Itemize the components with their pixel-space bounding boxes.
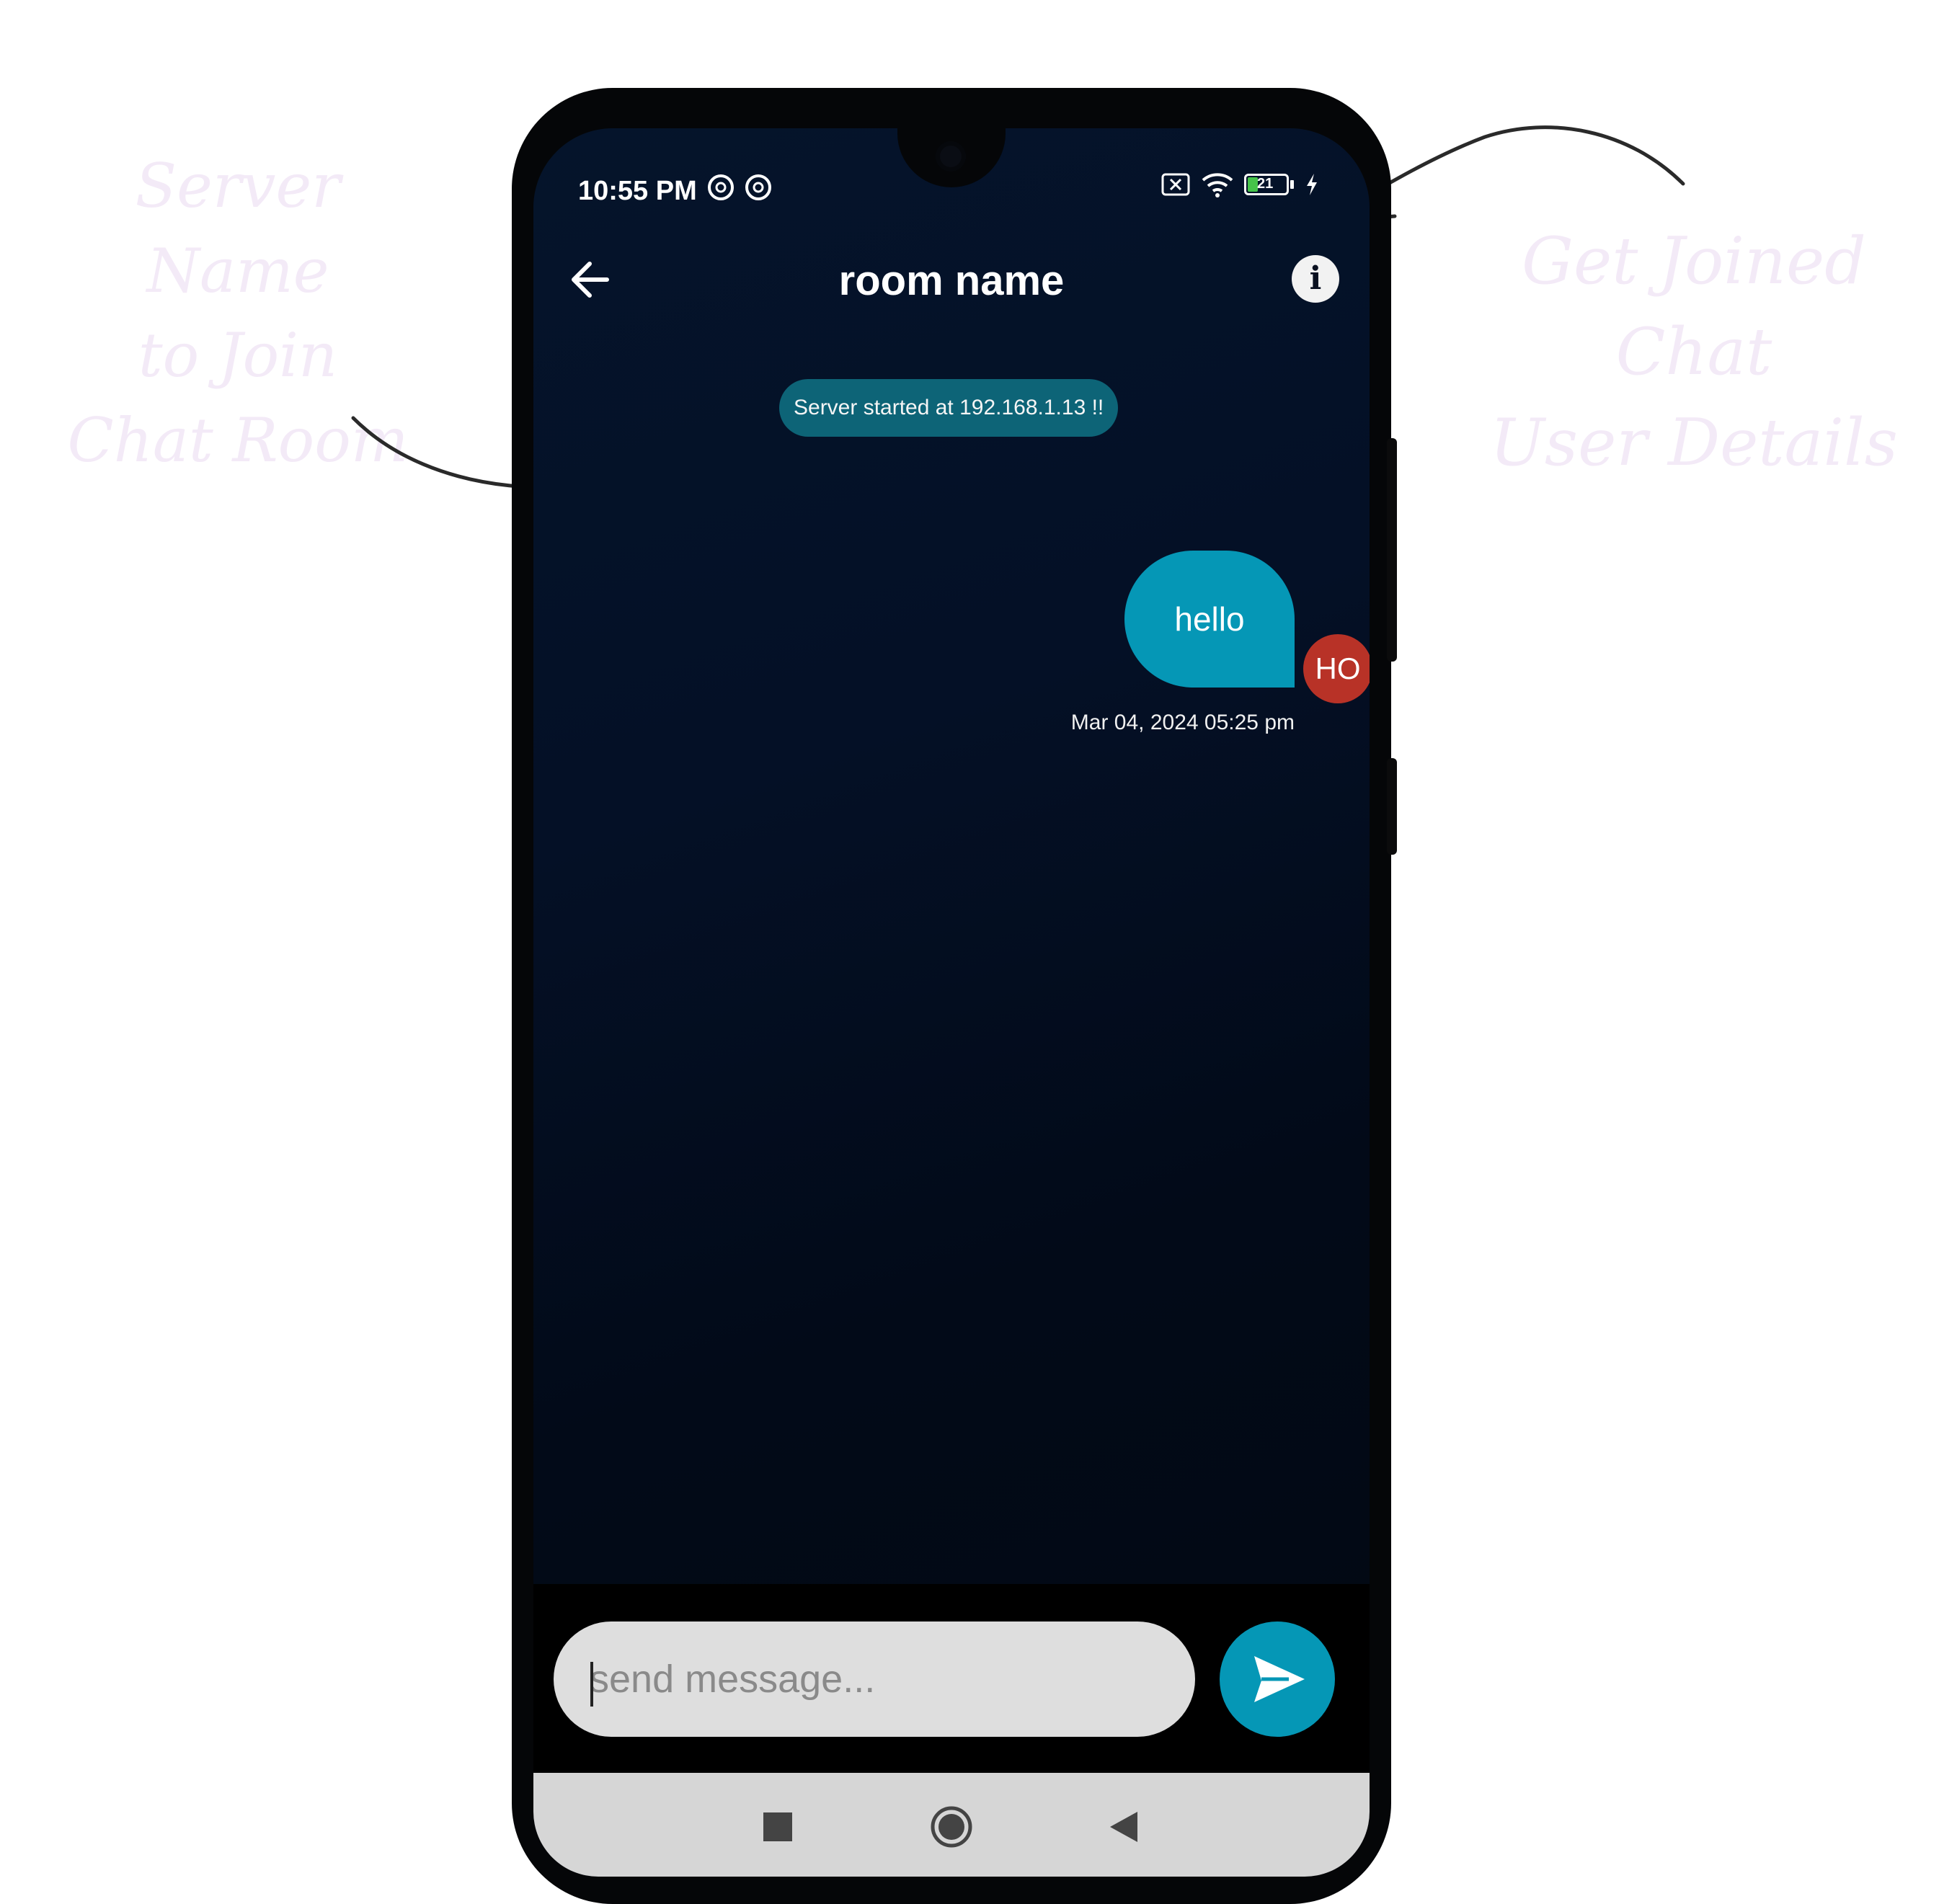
message-input[interactable] bbox=[554, 1621, 1195, 1737]
notification-icon bbox=[708, 174, 734, 200]
composer-bar bbox=[533, 1584, 1370, 1773]
system-nav-bar bbox=[533, 1773, 1370, 1877]
power-button bbox=[1387, 758, 1397, 855]
app-screen: 10:55 PM 21 room name i Server started a… bbox=[533, 128, 1370, 1877]
wifi-icon bbox=[1202, 173, 1233, 197]
send-button[interactable] bbox=[1220, 1621, 1335, 1737]
message-timestamp: Mar 04, 2024 05:25 pm bbox=[1070, 711, 1295, 734]
page-title: room name bbox=[838, 257, 1065, 304]
system-message: Server started at 192.168.1.13 !! bbox=[779, 379, 1119, 437]
send-icon bbox=[1254, 1656, 1305, 1702]
status-left-icons bbox=[706, 173, 773, 202]
recents-button[interactable] bbox=[753, 1802, 803, 1852]
square-icon bbox=[763, 1812, 792, 1841]
status-right-icons: 21 bbox=[1161, 172, 1319, 197]
message-bubble[interactable]: hello bbox=[1124, 551, 1295, 688]
charging-icon bbox=[1307, 174, 1317, 195]
phone-frame: 10:55 PM 21 room name i Server started a… bbox=[512, 88, 1397, 1904]
front-camera bbox=[936, 141, 966, 172]
home-button[interactable] bbox=[926, 1802, 977, 1852]
sim-off-icon bbox=[1161, 173, 1190, 196]
text-caret bbox=[590, 1662, 593, 1707]
info-icon: i bbox=[1309, 260, 1322, 297]
volume-button bbox=[1387, 438, 1397, 662]
notification-icon bbox=[745, 174, 771, 200]
status-time: 10:55 PM bbox=[578, 176, 697, 206]
avatar: HO bbox=[1303, 634, 1370, 703]
circle-icon bbox=[931, 1806, 972, 1848]
info-button[interactable]: i bbox=[1292, 255, 1339, 303]
battery-icon: 21 bbox=[1244, 172, 1295, 197]
nav-back-button[interactable] bbox=[1100, 1802, 1150, 1852]
battery-level: 21 bbox=[1257, 176, 1274, 192]
triangle-back-icon bbox=[1110, 1812, 1137, 1842]
